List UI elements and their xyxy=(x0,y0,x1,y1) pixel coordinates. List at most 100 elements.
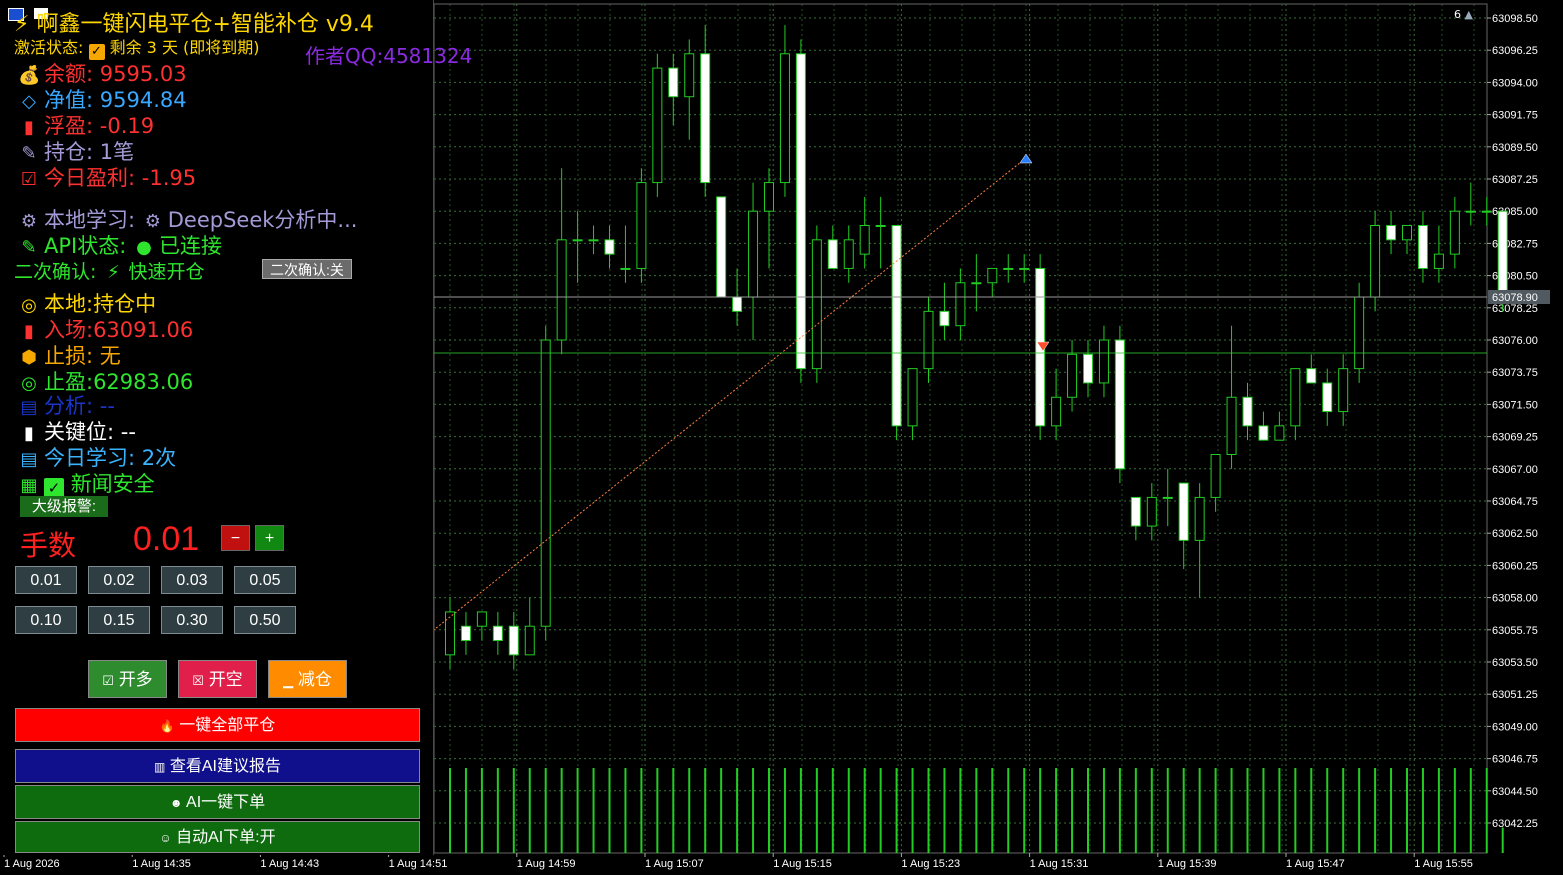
lot-button-0.01[interactable]: 0.01 xyxy=(15,566,77,594)
candle-body xyxy=(764,182,774,212)
candle-body xyxy=(1417,225,1428,269)
candle-body xyxy=(859,225,870,255)
candle-body xyxy=(1402,225,1412,241)
candle-body xyxy=(604,239,615,255)
candle-body xyxy=(508,625,519,656)
lot-minus-button[interactable]: − xyxy=(221,525,250,551)
newspaper-icon: ▦ xyxy=(20,475,38,496)
lot-button-0.10[interactable]: 0.10 xyxy=(15,606,77,634)
candle-body xyxy=(1433,253,1444,269)
candle-body xyxy=(987,267,998,284)
stop-icon: ⬢ xyxy=(21,347,37,368)
lot-button-0.30[interactable]: 0.30 xyxy=(161,606,223,634)
candle-body xyxy=(748,210,759,298)
lot-button-0.15[interactable]: 0.15 xyxy=(88,606,150,634)
balance-value: 余额: 9595.03 xyxy=(44,62,187,86)
one-click-trading-indicator[interactable]: 6 ▲ xyxy=(1454,8,1473,21)
fast-open-label: 快速开仓 xyxy=(128,261,205,283)
candle-body xyxy=(716,196,727,298)
price-label: 63098.50 xyxy=(1492,13,1538,25)
second-confirm-toggle-button[interactable]: 二次确认:关 xyxy=(262,259,352,279)
floating-value: 浮盈: -0.19 xyxy=(44,114,155,138)
price-label: 63058.00 xyxy=(1492,593,1538,605)
stop-loss-row: ⬢ 止损: 无 xyxy=(18,344,121,370)
local-state-row: ◎ 本地:持仓中 xyxy=(18,292,156,318)
lot-button-0.50[interactable]: 0.50 xyxy=(234,606,296,634)
lot-button-0.05[interactable]: 0.05 xyxy=(234,566,296,594)
check-square-icon: ☑ xyxy=(102,673,114,688)
candle-body xyxy=(907,368,918,427)
candle-body xyxy=(843,239,854,269)
candle-body xyxy=(684,53,695,98)
price-label: 63096.25 xyxy=(1492,45,1538,57)
news-row: ▦ ✓ 新闻安全 xyxy=(18,472,155,498)
second-confirm-row: 二次确认: ⚡ 快速开仓 xyxy=(14,260,204,285)
analysis-row: ▤ 分析: -- xyxy=(18,394,114,420)
candle-body xyxy=(1083,353,1093,384)
time-label: 1 Aug 15:55 xyxy=(1414,858,1473,870)
candle-body xyxy=(939,310,950,327)
today-learning-value: 今日学习: 2次 xyxy=(44,446,177,470)
candle-body xyxy=(1306,368,1317,384)
candle-body xyxy=(1370,225,1381,298)
equity-row: ◇ 净值: 9594.84 xyxy=(18,88,187,114)
candle-body xyxy=(1194,496,1205,541)
candle-body xyxy=(1114,339,1125,470)
top-right-label: 6 xyxy=(1454,8,1462,21)
bar-chart-icon-2: ▮ xyxy=(24,321,34,342)
key-level-row: ▮ 关键位: -- xyxy=(18,420,136,446)
time-label: 1 Aug 15:23 xyxy=(901,858,960,870)
auto-ai-button[interactable]: ☺ 自动AI下单:开 xyxy=(15,821,420,853)
candle-body xyxy=(811,239,822,370)
candle-body xyxy=(971,282,982,285)
candle-body xyxy=(668,67,679,98)
lots-label: 手数 xyxy=(20,529,77,562)
ai-order-button[interactable]: ☻ AI一键下单 xyxy=(15,785,420,819)
candle-body xyxy=(524,625,535,656)
price-label: 63044.50 xyxy=(1492,786,1538,798)
fire-icon: 🔥 xyxy=(159,719,175,733)
stop-loss-value: 止损: 无 xyxy=(44,344,121,368)
candle-body xyxy=(923,310,934,370)
candle-body xyxy=(1051,396,1062,427)
ai-report-button[interactable]: ▥ 查看AI建议报告 xyxy=(15,749,420,783)
buy-button[interactable]: ☑ 开多 xyxy=(88,660,167,698)
trend-icon: ☑ xyxy=(20,169,38,190)
sell-button[interactable]: ☒ 开空 xyxy=(178,660,257,698)
time-label: 1 Aug 2026 xyxy=(4,858,60,870)
candle-body xyxy=(1322,382,1333,413)
price-label: 63051.25 xyxy=(1492,689,1538,701)
reduce-button[interactable]: ▁ 减仓 xyxy=(268,660,347,698)
time-label: 1 Aug 14:59 xyxy=(517,858,576,870)
price-label: 63087.25 xyxy=(1492,174,1538,186)
candle-body xyxy=(492,625,503,642)
price-label: 63055.75 xyxy=(1492,625,1538,637)
close-all-button[interactable]: 🔥 一键全部平仓 xyxy=(15,708,420,742)
price-label: 63071.50 xyxy=(1492,399,1538,411)
time-label: 1 Aug 15:39 xyxy=(1158,858,1217,870)
candle-body xyxy=(620,267,631,270)
entry-row: ▮ 入场:63091.06 xyxy=(18,318,193,344)
big-alert-button[interactable]: 大级报警: xyxy=(20,496,108,517)
lot-button-0.03[interactable]: 0.03 xyxy=(161,566,223,594)
lot-plus-button[interactable]: + xyxy=(255,525,284,551)
positions-value: 持仓: 1笔 xyxy=(44,140,135,164)
candle-body xyxy=(1226,396,1237,455)
price-label: 63042.25 xyxy=(1492,818,1538,830)
key-level-value: 关键位: -- xyxy=(44,420,136,444)
candle-body xyxy=(572,239,583,242)
price-label: 63091.75 xyxy=(1492,110,1538,122)
lightning-icon: ⚡ xyxy=(107,262,120,283)
buy-label: 开多 xyxy=(118,670,153,689)
activation-remaining: 剩余 3 天 (即将到期) xyxy=(109,38,260,57)
plug-icon: ✎ xyxy=(21,237,37,258)
candle-body xyxy=(445,611,455,656)
sell-label: 开空 xyxy=(208,670,243,689)
target-icon: ◎ xyxy=(21,295,37,316)
candle-body xyxy=(1290,368,1301,427)
candle-body xyxy=(540,339,551,627)
ai-order-label: AI一键下单 xyxy=(186,794,266,811)
current-price-label: 63078.90 xyxy=(1492,292,1538,304)
api-status-row: ✎ API状态: ● 已连接 xyxy=(18,234,222,260)
lot-button-0.02[interactable]: 0.02 xyxy=(88,566,150,594)
